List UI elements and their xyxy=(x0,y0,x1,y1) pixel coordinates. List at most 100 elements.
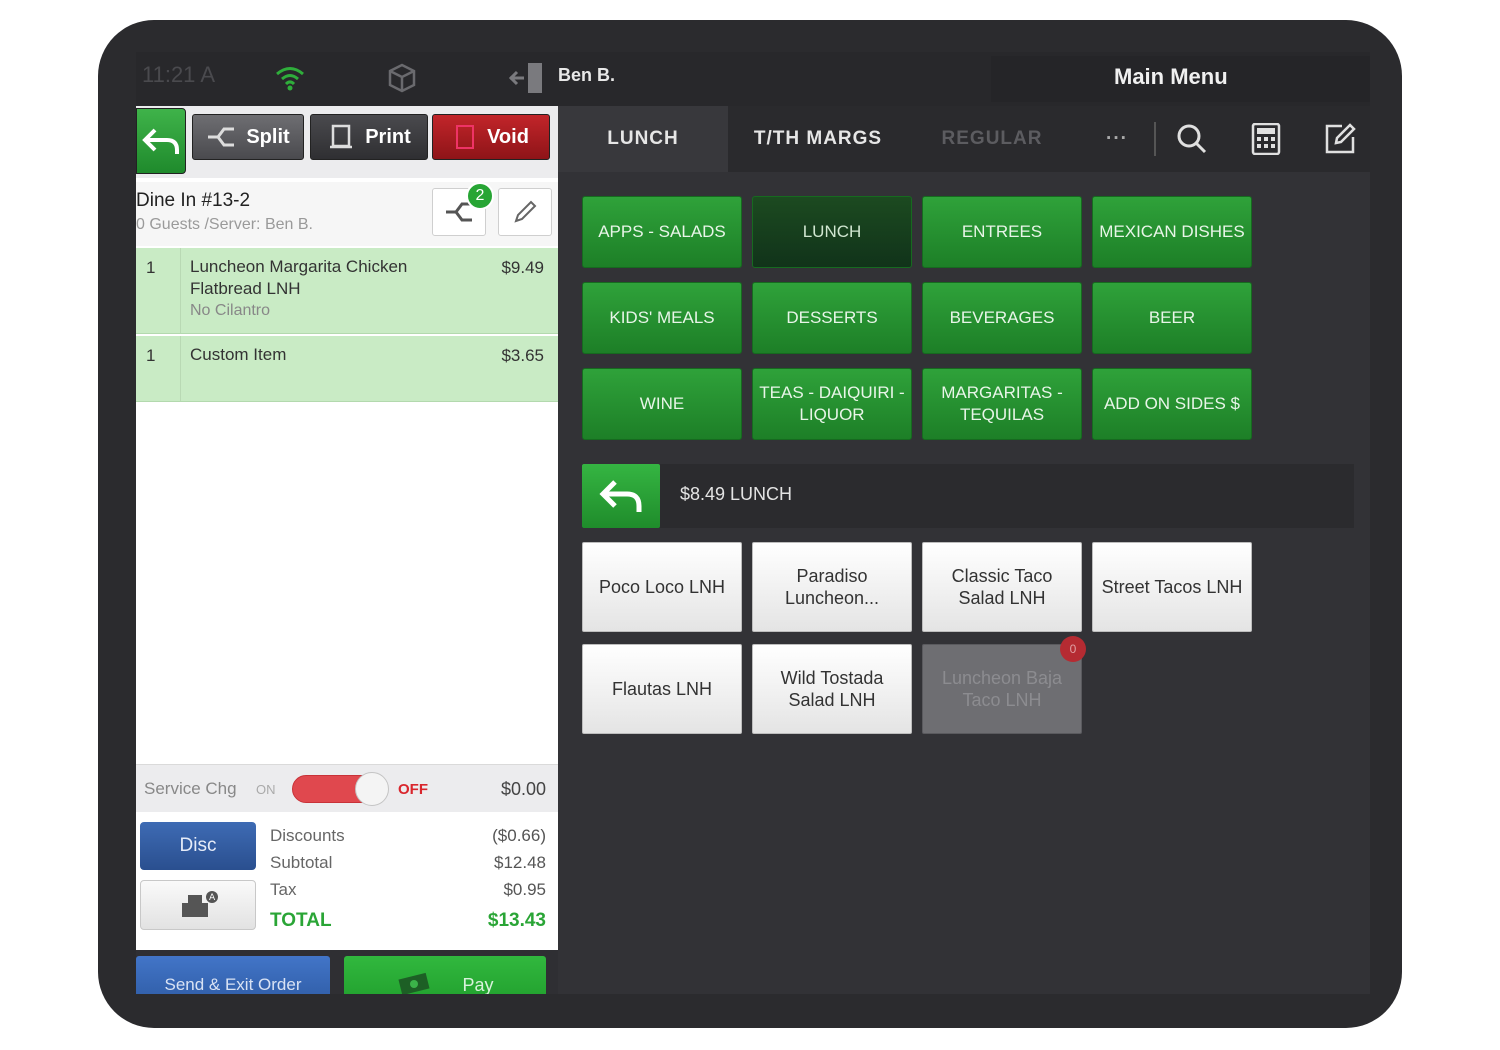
order-subtitle: 0 Guests /Server: Ben B. xyxy=(136,216,313,233)
logout-icon[interactable] xyxy=(508,60,546,101)
tab-regular[interactable]: REGULAR xyxy=(908,106,1076,172)
back-arrow-icon xyxy=(599,480,642,512)
total-value: $13.43 xyxy=(487,910,546,931)
discount-button[interactable]: Disc xyxy=(140,822,256,870)
edit-icon[interactable] xyxy=(1320,120,1360,158)
print-icon xyxy=(330,124,353,149)
subcategory-back-button[interactable] xyxy=(582,464,660,528)
search-icon[interactable] xyxy=(1172,120,1212,158)
menu-item-paradiso-luncheon[interactable]: Paradiso Luncheon... xyxy=(752,542,912,632)
menu-item-street-tacos[interactable]: Street Tacos LNH xyxy=(1092,542,1252,632)
subtotal-value: $12.48 xyxy=(494,853,546,872)
service-charge-label: Service Chg xyxy=(144,779,237,798)
wifi-icon xyxy=(274,64,306,97)
category-add-on-sides[interactable]: ADD ON SIDES $ xyxy=(1092,368,1252,440)
toggle-knob[interactable] xyxy=(355,772,389,806)
line-qty: 1 xyxy=(146,346,156,365)
calculator-icon[interactable] xyxy=(1246,120,1286,158)
pay-label: Pay xyxy=(462,974,494,995)
status-bar: 11:21 A Ben B. Main Menu xyxy=(136,52,1370,106)
total-label: TOTAL xyxy=(270,910,332,931)
line-name: Custom Item xyxy=(190,345,287,364)
tab-lunch[interactable]: LUNCH xyxy=(558,106,728,172)
receipt-edge xyxy=(136,942,558,950)
line-divider xyxy=(180,336,181,401)
category-teas-daiquiri-liquor[interactable]: TEAS - DAIQUIRI - LIQUOR xyxy=(752,368,912,440)
category-entrees[interactable]: ENTREES xyxy=(922,196,1082,268)
service-charge-toggle[interactable] xyxy=(292,772,389,806)
tab-divider xyxy=(1154,122,1156,156)
order-line-item[interactable]: 1 Luncheon Margarita Chicken Flatbread L… xyxy=(136,248,558,334)
discount-label: Disc xyxy=(179,835,217,856)
cash-drawer-button[interactable]: A xyxy=(140,880,256,930)
user-name: Ben B. xyxy=(558,65,616,85)
split-count-badge: 2 xyxy=(466,182,494,210)
tab-more[interactable]: ··· xyxy=(1082,106,1152,172)
pos-screen: 11:21 A Ben B. Main Menu Split Print Voi… xyxy=(136,52,1370,994)
tax-value: $0.95 xyxy=(503,880,546,899)
back-button[interactable] xyxy=(136,108,186,174)
svg-text:A: A xyxy=(209,893,216,903)
line-qty: 1 xyxy=(146,258,156,277)
line-name: Luncheon Margarita Chicken Flatbread LNH xyxy=(190,257,408,298)
line-price: $9.49 xyxy=(501,258,544,277)
menu-item-wild-tostada-salad[interactable]: Wild Tostada Salad LNH xyxy=(752,644,912,734)
toggle-off-label: OFF xyxy=(398,781,428,798)
back-arrow-icon xyxy=(142,128,179,154)
category-wine[interactable]: WINE xyxy=(582,368,742,440)
cash-register-icon: A xyxy=(182,891,218,917)
split-label: Split xyxy=(246,125,290,148)
category-apps-salads[interactable]: APPS - SALADS xyxy=(582,196,742,268)
line-divider xyxy=(180,248,181,333)
category-beer[interactable]: BEER xyxy=(1092,282,1252,354)
order-line-item[interactable]: 1 Custom Item $3.65 xyxy=(136,336,558,402)
subtotal-label: Subtotal xyxy=(270,853,333,872)
subcategory-bar: $8.49 LUNCH xyxy=(582,464,1354,528)
order-title: Dine In #13-2 xyxy=(136,190,251,211)
category-margaritas-tequilas[interactable]: MARGARITAS - TEQUILAS xyxy=(922,368,1082,440)
void-icon xyxy=(456,125,475,149)
category-kids-meals[interactable]: KIDS' MEALS xyxy=(582,282,742,354)
send-exit-button[interactable]: Send & Exit Order xyxy=(136,956,330,994)
box-icon[interactable] xyxy=(384,60,420,101)
tax-label: Tax xyxy=(270,880,297,899)
order-actions: Send & Exit Order Pay xyxy=(136,950,558,994)
subcategory-label: $8.49 LUNCH xyxy=(680,484,793,504)
category-desserts[interactable]: DESSERTS xyxy=(752,282,912,354)
pay-button[interactable]: Pay xyxy=(344,956,546,994)
cash-icon xyxy=(398,972,431,994)
page-title: Main Menu xyxy=(1114,64,1228,89)
edit-order-button[interactable] xyxy=(498,188,552,236)
category-lunch[interactable]: LUNCH xyxy=(752,196,912,268)
status-time: 11:21 A xyxy=(142,62,215,87)
category-beverages[interactable]: BEVERAGES xyxy=(922,282,1082,354)
service-charge-amount: $0.00 xyxy=(500,779,546,799)
tab-tth-margs[interactable]: T/TH MARGS xyxy=(734,106,902,172)
line-price: $3.65 xyxy=(501,346,544,365)
split-icon xyxy=(208,127,235,147)
menu-item-luncheon-baja-taco[interactable]: Luncheon Baja Taco LNH xyxy=(922,644,1082,734)
order-panel: Split Print Void Dine In #13-2 0 Guests … xyxy=(136,106,558,994)
void-button[interactable]: Void xyxy=(432,114,550,160)
sold-out-badge: 0 xyxy=(1060,636,1086,662)
totals-section: Disc A Discounts ($0.66) Subtotal $12.48… xyxy=(136,814,558,946)
menu-item-poco-loco[interactable]: Poco Loco LNH xyxy=(582,542,742,632)
print-label: Print xyxy=(365,125,411,148)
void-label: Void xyxy=(487,125,529,148)
service-charge-row: Service Chg ON OFF $0.00 xyxy=(136,764,558,812)
menu-tabs: LUNCH T/TH MARGS REGULAR ··· xyxy=(558,106,1370,172)
order-header: Dine In #13-2 0 Guests /Server: Ben B. 2 xyxy=(136,182,558,246)
send-exit-label: Send & Exit Order xyxy=(164,975,302,994)
menu-panel: LUNCH T/TH MARGS REGULAR ··· APPS - SALA… xyxy=(558,106,1370,994)
menu-item-classic-taco-salad[interactable]: Classic Taco Salad LNH xyxy=(922,542,1082,632)
discounts-value: ($0.66) xyxy=(492,826,546,845)
discounts-label: Discounts xyxy=(270,826,345,845)
split-button[interactable]: Split xyxy=(192,114,304,160)
toggle-on-label: ON xyxy=(256,782,276,797)
pencil-icon xyxy=(514,200,537,223)
print-button[interactable]: Print xyxy=(310,114,428,160)
order-toolbar: Split Print Void xyxy=(136,106,558,178)
line-modifier: No Cilantro xyxy=(190,302,271,319)
menu-item-flautas[interactable]: Flautas LNH xyxy=(582,644,742,734)
category-mexican-dishes[interactable]: MEXICAN DISHES xyxy=(1092,196,1252,268)
